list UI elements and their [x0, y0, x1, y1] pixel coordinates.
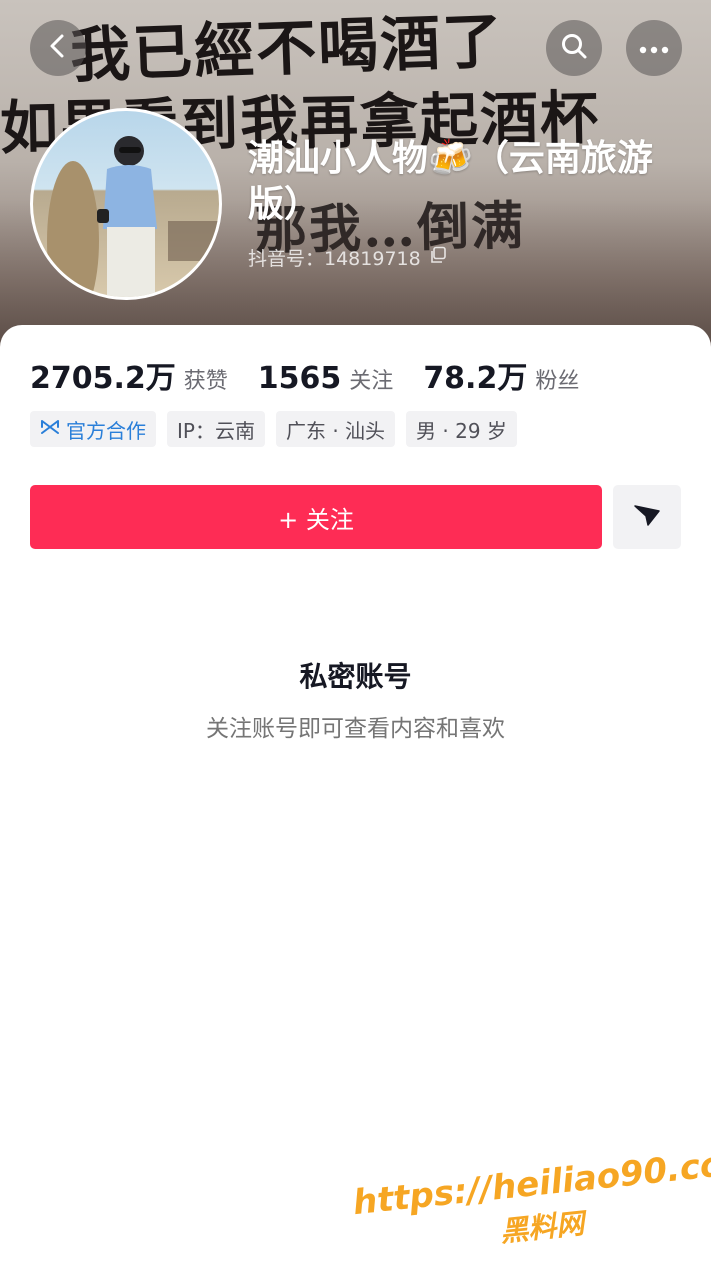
tag-location: 广东 · 汕头: [275, 411, 396, 447]
tag-official-cooperation[interactable]: 官方合作: [30, 411, 156, 447]
private-account-description: 关注账号即可查看内容和喜欢: [206, 716, 505, 742]
search-icon: [560, 32, 588, 64]
douyin-id-text: 抖音号：14819718: [248, 248, 421, 270]
share-button[interactable]: [613, 485, 681, 549]
tag-ip: IP：云南: [167, 411, 265, 447]
follow-button[interactable]: + 关注: [30, 485, 602, 549]
likes-label[interactable]: 获赞: [184, 363, 228, 395]
private-account-title: 私密账号: [299, 660, 412, 693]
following-count[interactable]: 1565: [258, 361, 342, 396]
avatar[interactable]: [30, 108, 222, 300]
followers-count[interactable]: 78.2万: [423, 353, 527, 397]
tag-official-label: 官方合作: [66, 418, 146, 443]
likes-count[interactable]: 2705.2万: [30, 353, 176, 397]
douyin-id: 抖音号：14819718: [248, 244, 447, 271]
share-send-icon: [633, 503, 661, 531]
search-button[interactable]: [546, 20, 602, 76]
followers-label[interactable]: 粉丝: [535, 363, 579, 395]
more-button[interactable]: [626, 20, 682, 76]
copy-icon[interactable]: [429, 246, 447, 269]
avatar-image: [47, 136, 219, 297]
profile-card: 2705.2万 获赞 1565 关注 78.2万 粉丝 官方合作 IP：云南 广…: [0, 325, 711, 1280]
more-icon: [639, 39, 669, 58]
tag-gender-age: 男 · 29 岁: [406, 411, 517, 447]
profile-tags: 官方合作 IP：云南 广东 · 汕头 男 · 29 岁: [30, 411, 517, 447]
back-icon: [45, 33, 71, 63]
profile-nickname: 潮汕小人物🍻（云南旅游版）: [248, 138, 653, 225]
back-button[interactable]: [30, 20, 86, 76]
following-label[interactable]: 关注: [349, 363, 393, 395]
official-badge-icon: [40, 417, 60, 441]
profile-stats: 2705.2万 获赞 1565 关注 78.2万 粉丝: [30, 353, 609, 397]
